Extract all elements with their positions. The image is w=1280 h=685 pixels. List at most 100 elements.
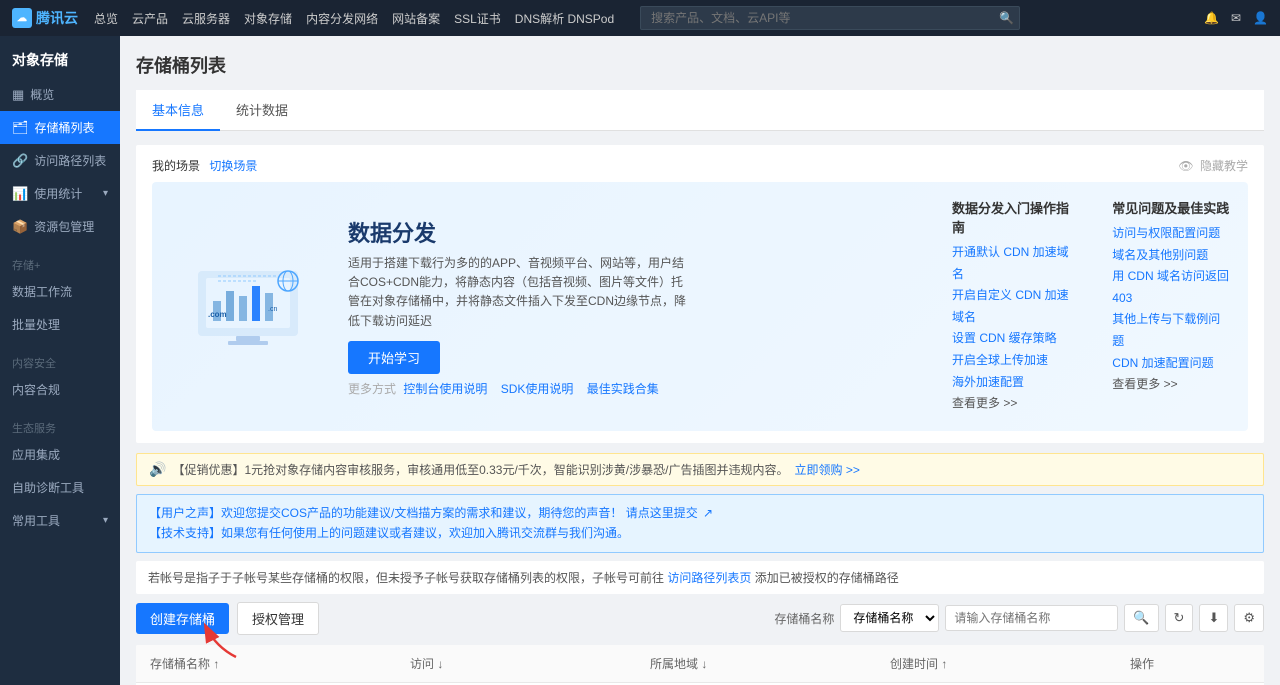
logo[interactable]: ☁ 腾讯云 xyxy=(12,8,78,28)
sidebar-item-common-tools[interactable]: 常用工具 xyxy=(0,504,120,537)
sidebar-label-resource: 资源包管理 xyxy=(34,218,94,235)
scene-label: 我的场景 xyxy=(152,159,200,173)
auth-management-button[interactable]: 授权管理 xyxy=(237,602,319,635)
guide-link-4[interactable]: 开启全球上传加速 xyxy=(952,350,1072,372)
best-practice-link[interactable]: 最佳实践合集 xyxy=(587,382,659,396)
search-button[interactable]: 🔍 xyxy=(1124,604,1158,632)
guide-link-2[interactable]: 开启自定义 CDN 加速域名 xyxy=(952,285,1072,328)
perm-notice: 若帐号是指子于子帐号某些存储桶的权限，但未授予子帐号获取存储桶列表的权限，子帐号… xyxy=(136,561,1264,594)
buckets-icon: 🗂 xyxy=(12,120,29,136)
banner-title: 数据分发 xyxy=(348,216,932,248)
nav-ssl[interactable]: SSL证书 xyxy=(454,10,501,27)
sidebar-label-overview: 概览 xyxy=(30,86,54,103)
nav-overview[interactable]: 总览 xyxy=(94,10,118,27)
eye-icon: 👁 xyxy=(1178,159,1193,173)
bucket-search-input[interactable] xyxy=(945,605,1118,631)
user-icon[interactable]: 👤 xyxy=(1253,11,1268,25)
sidebar: 对象存储 ▦ 概览 🗂 存储桶列表 🔗 访问路径列表 📊 使用统计 📦 资源包管… xyxy=(0,36,120,685)
col-header-access[interactable]: 访问 ↓ xyxy=(410,655,650,672)
search-icon[interactable]: 🔍 xyxy=(999,11,1014,25)
table-header: 存储桶名称 ↑ 访问 ↓ 所属地域 ↓ 创建时间 ↑ 操作 xyxy=(136,645,1264,683)
svg-text:.cn: .cn xyxy=(268,306,277,313)
sidebar-item-stats[interactable]: 📊 使用统计 xyxy=(0,177,120,210)
external-link-icon: ↗ xyxy=(703,506,713,520)
create-bucket-button[interactable]: 创建存储桶 xyxy=(136,603,229,634)
overview-icon: ▦ xyxy=(12,87,24,103)
sidebar-item-data-workflow[interactable]: 数据工作流 xyxy=(0,275,120,308)
info-line1: 【用户之声】欢迎您提交COS产品的功能建议/文档描方案的需求和建议，期待您的声音… xyxy=(149,503,1251,523)
main-layout: 对象存储 ▦ 概览 🗂 存储桶列表 🔗 访问路径列表 📊 使用统计 📦 资源包管… xyxy=(0,36,1280,685)
sidebar-title: 对象存储 xyxy=(0,36,120,78)
nav-cvm[interactable]: 云服务器 xyxy=(182,10,230,27)
faq-link-1[interactable]: 访问与权限配置问题 xyxy=(1112,223,1232,245)
sidebar-section-security: 内容安全 xyxy=(0,347,120,373)
bucket-toolbar: 创建存储桶 授权管理 存储桶名称 存储桶名称 🔍 ↻ ⬇ xyxy=(136,602,1264,635)
banner-desc: 适用于搭建下载行为多的的APP、音视频平台、网站等，用户结合COS+CDN能力，… xyxy=(348,254,688,331)
sidebar-label-content-compliance: 内容合规 xyxy=(12,381,60,398)
guide-link-1[interactable]: 开通默认 CDN 加速域名 xyxy=(952,242,1072,285)
sidebar-item-app-integration[interactable]: 应用集成 xyxy=(0,438,120,471)
sidebar-item-overview[interactable]: ▦ 概览 xyxy=(0,78,120,111)
banner-section: 我的场景 切换场景 👁 隐藏教学 xyxy=(136,145,1264,443)
banner-content: 数据分发 适用于搭建下载行为多的的APP、音视频平台、网站等，用户结合COS+C… xyxy=(348,216,932,397)
message-icon[interactable]: ✉ xyxy=(1231,11,1241,25)
sidebar-item-diag-tools[interactable]: 自助诊断工具 xyxy=(0,471,120,504)
notice-text: 【促销优惠】1元抢对象存储内容审核服务，审核通用低至0.33元/千次，智能识别涉… xyxy=(172,461,788,478)
start-learning-button[interactable]: 开始学习 xyxy=(348,341,440,374)
sidebar-item-content-compliance[interactable]: 内容合规 xyxy=(0,373,120,406)
info-box: 【用户之声】欢迎您提交COS产品的功能建议/文档描方案的需求和建议，期待您的声音… xyxy=(136,494,1264,553)
paths-icon: 🔗 xyxy=(12,153,28,169)
refresh-button[interactable]: ↻ xyxy=(1165,604,1194,632)
tab-basic-info[interactable]: 基本信息 xyxy=(136,90,220,131)
hide-tutorial-btn[interactable]: 👁 隐藏教学 xyxy=(1178,157,1248,174)
banner-right: 数据分发入门操作指南 开通默认 CDN 加速域名 开启自定义 CDN 加速域名 … xyxy=(952,198,1232,415)
access-paths-link[interactable]: 访问路径列表页 xyxy=(667,571,751,585)
guide-title: 数据分发入门操作指南 xyxy=(952,198,1072,236)
col-header-actions: 操作 xyxy=(1130,655,1250,672)
tab-stats[interactable]: 统计数据 xyxy=(220,90,304,131)
notification-icon[interactable]: 🔔 xyxy=(1204,11,1219,25)
logo-icon: ☁ xyxy=(12,8,32,28)
sidebar-item-buckets[interactable]: 🗂 存储桶列表 xyxy=(0,111,120,144)
faq-link-4[interactable]: 其他上传与下载例问题 xyxy=(1112,309,1232,352)
search-input[interactable] xyxy=(640,6,1020,30)
nav-dns[interactable]: DNS解析 DNSPod xyxy=(515,10,614,27)
banner-svg-illustration: .com .cn xyxy=(178,261,318,351)
guide-link-more[interactable]: 查看更多 >> xyxy=(952,393,1072,415)
faq-link-5[interactable]: CDN 加速配置问题 xyxy=(1112,353,1232,375)
sidebar-label-data-workflow: 数据工作流 xyxy=(12,283,72,300)
download-button[interactable]: ⬇ xyxy=(1199,604,1228,632)
col-header-time[interactable]: 创建时间 ↑ xyxy=(890,655,1130,672)
col-header-name[interactable]: 存储桶名称 ↑ xyxy=(150,655,410,672)
top-nav-right: 🔔 ✉ 👤 xyxy=(1204,11,1268,25)
switch-scene-link[interactable]: 切换场景 xyxy=(209,159,257,173)
settings-button[interactable]: ⚙ xyxy=(1234,604,1264,632)
sidebar-section-storage-plus: 存储+ xyxy=(0,249,120,275)
col-header-region[interactable]: 所属地域 ↓ xyxy=(650,655,890,672)
bucket-count-label: 存储桶名称 xyxy=(774,610,834,627)
nav-cdn[interactable]: 内容分发网络 xyxy=(306,10,378,27)
console-guide-link[interactable]: 控制台使用说明 xyxy=(403,382,487,396)
sidebar-label-access-paths: 访问路径列表 xyxy=(34,152,106,169)
stats-icon: 📊 xyxy=(12,186,28,202)
faq-section: 常见问题及最佳实践 访问与权限配置问题 域名及其他别问题 用 CDN 域名访问返… xyxy=(1112,198,1232,415)
sdk-guide-link[interactable]: SDK使用说明 xyxy=(501,382,574,396)
search-type-select[interactable]: 存储桶名称 xyxy=(840,604,939,632)
faq-link-2[interactable]: 域名及其他别问题 xyxy=(1112,245,1232,267)
nav-cloud-products[interactable]: 云产品 xyxy=(132,10,168,27)
sidebar-label-common-tools: 常用工具 xyxy=(12,512,60,529)
sidebar-item-resource[interactable]: 📦 资源包管理 xyxy=(0,210,120,243)
banner-more-links: 更多方式 控制台使用说明 SDK使用说明 最佳实践合集 xyxy=(348,380,932,397)
submit-link[interactable]: 请点这里提交 xyxy=(626,506,698,520)
sidebar-item-batch[interactable]: 批量处理 xyxy=(0,308,120,341)
svg-text:.com: .com xyxy=(208,310,227,319)
faq-link-more[interactable]: 查看更多 >> xyxy=(1112,374,1232,396)
guide-link-5[interactable]: 海外加速配置 xyxy=(952,372,1072,394)
nav-cos[interactable]: 对象存储 xyxy=(244,10,292,27)
nav-icp[interactable]: 网站备案 xyxy=(392,10,440,27)
sidebar-item-access-paths[interactable]: 🔗 访问路径列表 xyxy=(0,144,120,177)
faq-link-3[interactable]: 用 CDN 域名访问返回 403 xyxy=(1112,266,1232,309)
guide-link-3[interactable]: 设置 CDN 缓存策略 xyxy=(952,328,1072,350)
notice-link[interactable]: 立即领购 >> xyxy=(794,461,859,478)
sidebar-label-app-integration: 应用集成 xyxy=(12,446,60,463)
